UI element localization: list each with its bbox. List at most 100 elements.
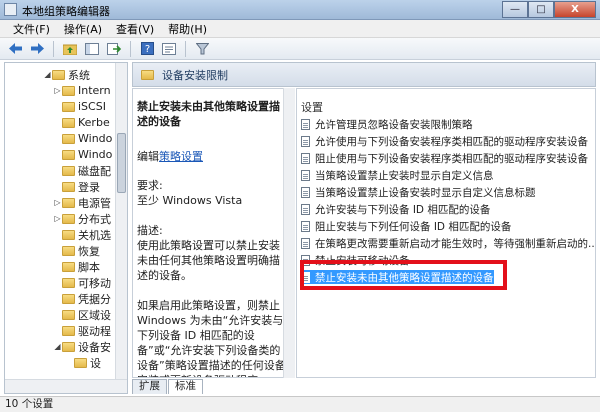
tree-item-label: 登录 (78, 180, 100, 194)
folder-icon (62, 229, 75, 240)
tree-item[interactable]: iSCSI (53, 99, 106, 114)
menu-view[interactable]: 查看(V) (109, 21, 161, 37)
list-item[interactable]: 允许使用与下列设备安装程序类相匹配的驱动程序安装设备 (301, 134, 588, 148)
tree-item-device-install-restrictions[interactable]: 设 (65, 355, 101, 370)
menu-file[interactable]: 文件(F) (6, 21, 57, 37)
filter-icon[interactable] (193, 40, 211, 57)
export-icon[interactable] (105, 40, 123, 57)
menu-action[interactable]: 操作(A) (57, 21, 109, 37)
folder-icon (62, 149, 75, 160)
tree-item[interactable]: 恢复 (53, 243, 100, 258)
column-header-setting[interactable]: 设置 (301, 99, 323, 115)
tree-item[interactable]: 脚本 (53, 259, 100, 274)
maximize-button[interactable]: □ (528, 1, 554, 18)
tab-standard[interactable]: 标准 (168, 379, 203, 394)
list-item[interactable]: 允许管理员忽略设备安装限制策略 (301, 117, 473, 131)
tree-item-label: 恢复 (78, 244, 100, 258)
list-item[interactable]: 阻止使用与下列设备安装程序类相匹配的驱动程序安装设备 (301, 151, 588, 165)
description-pane: 禁止安装未由其他策略设置描述的设备 编辑策略设置 要求: 至少 Windows … (132, 88, 295, 378)
tree-item-label: 设 (90, 356, 101, 370)
description-scrollbar[interactable] (283, 88, 295, 378)
tree-vertical-scrollbar[interactable] (115, 63, 127, 379)
tree-item[interactable]: Windo (53, 147, 112, 162)
view-tabs: 扩展 标准 (132, 379, 596, 394)
settings-list: 设置 允许管理员忽略设备安装限制策略 允许使用与下列设备安装程序类相匹配的驱动程… (296, 88, 596, 378)
list-item[interactable]: 允许安装与下列设备 ID 相匹配的设备 (301, 202, 490, 216)
tab-extended[interactable]: 扩展 (132, 379, 167, 394)
tree-item-label: 可移动 (78, 276, 111, 290)
policy-setting-icon (301, 118, 310, 130)
edit-policy-link[interactable]: 策略设置 (159, 150, 203, 163)
tree-item[interactable]: 区域设 (53, 307, 111, 322)
tree-item-label: 关机选 (78, 228, 111, 242)
folder-icon (62, 341, 75, 352)
current-folder-name: 设备安装限制 (162, 68, 228, 82)
tree-item-label: 凭据分 (78, 292, 111, 306)
tree-item[interactable]: Windo (53, 131, 112, 146)
navigation-tree: ◢ 系统 ▷ Intern iSCSI Kerbe Windo Windo 磁盘… (4, 62, 128, 394)
policy-setting-icon (301, 169, 310, 181)
requirement-label: 要求: (137, 179, 163, 192)
properties-icon[interactable] (160, 40, 178, 57)
policy-setting-icon (301, 186, 310, 198)
scrollbar-thumb[interactable] (117, 133, 126, 193)
list-item[interactable]: 当策略设置禁止安装时显示自定义信息 (301, 168, 494, 182)
forward-arrow-icon[interactable] (28, 40, 46, 57)
minimize-button[interactable]: — (502, 1, 528, 18)
policy-setting-icon (301, 220, 310, 232)
toolbar-separator (185, 40, 186, 57)
tree-horizontal-scrollbar[interactable] (5, 379, 127, 393)
list-item[interactable]: 当策略设置禁止设备安装时显示自定义信息标题 (301, 185, 536, 199)
collapse-icon[interactable]: ◢ (43, 70, 52, 79)
policy-setting-icon (301, 152, 310, 164)
tree-item[interactable]: Kerbe (53, 115, 110, 130)
status-bar: 10 个设置 (0, 396, 600, 412)
toolbar-separator (53, 40, 54, 57)
collapse-icon[interactable]: ◢ (53, 342, 62, 351)
folder-icon (62, 293, 75, 304)
folder-icon (62, 133, 75, 144)
tree-item[interactable]: 关机选 (53, 227, 111, 242)
expand-icon[interactable]: ▷ (53, 198, 62, 207)
edit-policy-line: 编辑策略设置 (137, 148, 203, 164)
list-item[interactable]: 阻止安装与下列任何设备 ID 相匹配的设备 (301, 219, 511, 233)
tree-item-system[interactable]: ◢ 系统 (43, 67, 90, 82)
tree-item[interactable]: ▷ Intern (53, 83, 110, 98)
expand-icon[interactable]: ▷ (53, 86, 62, 95)
folder-icon (74, 357, 87, 368)
list-item[interactable]: 在策略更改需要重新启动才能生效时，等待强制重新启动的... (301, 236, 595, 250)
folder-icon (62, 85, 75, 96)
expand-icon[interactable]: ▷ (53, 214, 62, 223)
highlight-box (300, 260, 507, 290)
tree-item-label: 脚本 (78, 260, 100, 274)
tree-item-label: 设备安 (78, 340, 111, 354)
tree-item-device-install[interactable]: ◢ 设备安 (53, 339, 111, 354)
folder-icon (141, 69, 154, 80)
close-button[interactable]: X (554, 1, 596, 18)
folder-icon (62, 181, 75, 192)
description-text: 使用此策略设置可以禁止安装未由任何其他策略设置明确描述的设备。 (137, 239, 280, 282)
title-bar: 本地组策略编辑器 — □ X (0, 0, 600, 20)
policy-setting-icon (301, 135, 310, 147)
menu-help[interactable]: 帮助(H) (161, 21, 214, 37)
show-hide-tree-icon[interactable] (83, 40, 101, 57)
tree-item[interactable]: ▷ 电源管 (53, 195, 111, 210)
folder-up-icon[interactable] (61, 40, 79, 57)
tree-item[interactable]: ▷ 分布式 (53, 211, 111, 226)
tree-item[interactable]: 磁盘配 (53, 163, 111, 178)
tree-item-label: 系统 (68, 68, 90, 82)
tree-item[interactable]: 登录 (53, 179, 100, 194)
help-icon[interactable]: ? (138, 40, 156, 57)
requirement-value: 至少 Windows Vista (137, 194, 243, 207)
tree-item-label: 磁盘配 (78, 164, 111, 178)
folder-icon (62, 309, 75, 320)
tree-item[interactable]: 凭据分 (53, 291, 111, 306)
folder-icon (62, 117, 75, 128)
folder-icon (62, 261, 75, 272)
toolbar: ? (0, 38, 600, 60)
window-title: 本地组策略编辑器 (22, 5, 110, 18)
app-icon (4, 3, 17, 16)
tree-item[interactable]: 驱动程 (53, 323, 111, 338)
back-arrow-icon[interactable] (6, 40, 24, 57)
tree-item[interactable]: 可移动 (53, 275, 111, 290)
